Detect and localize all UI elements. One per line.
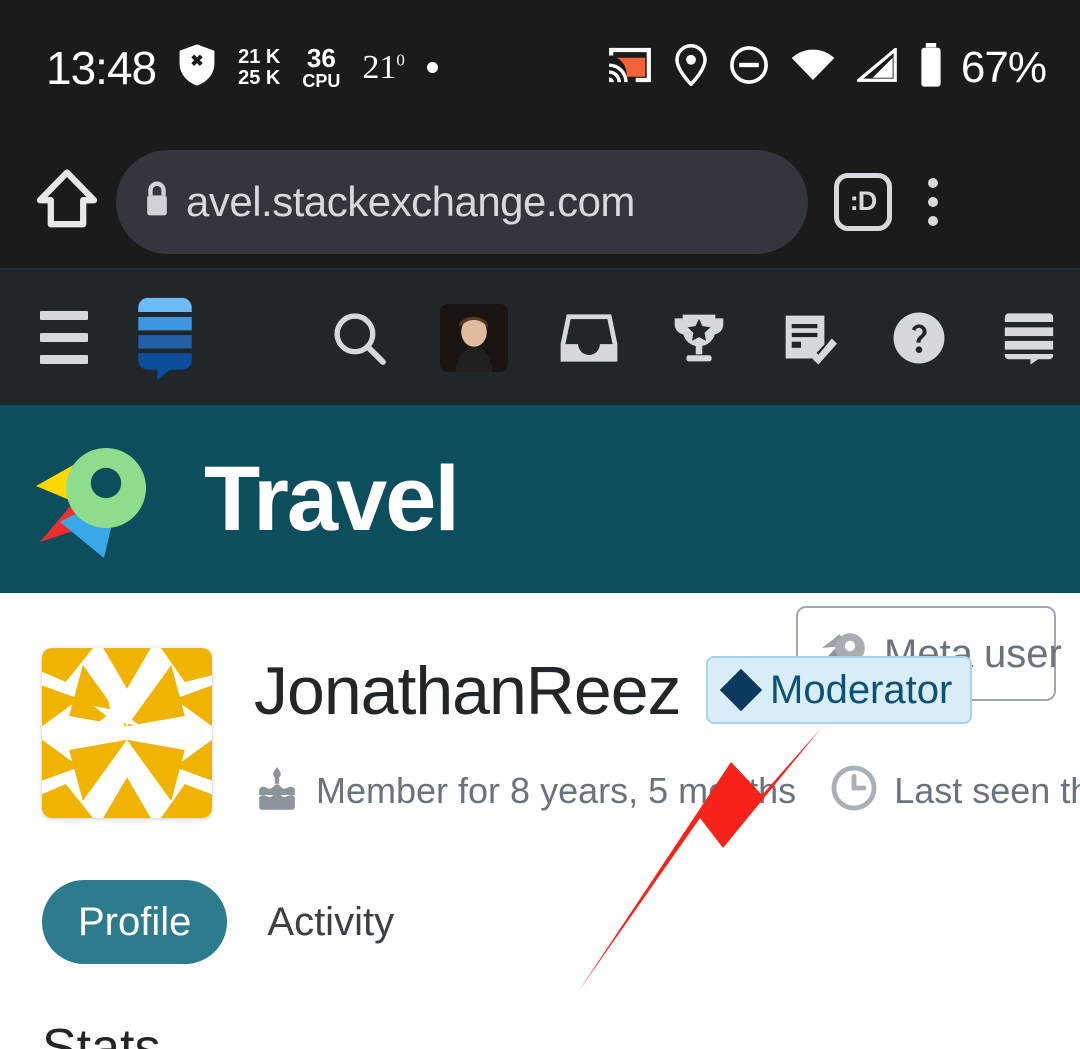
diamond-icon [719,668,763,712]
search-icon[interactable] [330,309,388,367]
username-row: JonathanReez Meta user Moderator [254,606,1080,734]
location-pin-icon [675,43,707,91]
status-clock: 13:48 [46,41,157,94]
stack-exchange-logo-icon[interactable] [134,296,196,380]
identicon-avatar[interactable] [42,648,212,818]
stack-exchange-navbar [0,270,1080,405]
stats-heading: Stats [42,1019,161,1049]
status-badge-label: Moderator [770,668,953,712]
temperature-unit: 0 [396,50,405,70]
cpu-indicator: 36 CPU [302,45,340,90]
cpu-label: CPU [302,70,341,91]
inbox-icon[interactable] [560,309,618,367]
site-title: Travel [204,448,460,550]
user-avatar-icon[interactable] [440,303,508,372]
review-queue-icon[interactable] [780,309,838,367]
profile-header-row: JonathanReez Meta user Moderator Member … [0,593,1080,818]
status-bar-right: 67% [607,42,1047,93]
dot-icon [426,62,438,73]
kebab-dot [928,177,938,188]
hamburger-line [40,355,88,364]
cpu-value: 36 [306,43,336,74]
help-question-icon[interactable] [890,309,948,367]
profile-meta-row: Member for 8 years, 5 months Last seen t… [254,764,1080,817]
lock-icon [142,179,172,224]
android-status-bar: 13:48 21 K 25 K 36 CPU 210 67% [0,0,1080,135]
clock-icon [830,764,878,817]
hamburger-line [40,333,88,342]
navbar-icons [330,303,1058,372]
member-for-text: Member for 8 years, 5 months [316,769,797,811]
cellular-signal-icon [854,46,897,87]
travel-map-pin-logo-icon[interactable] [32,434,182,564]
page-title: JonathanReez [254,653,682,729]
site-header: Travel [0,405,1080,593]
wifi-icon [791,48,835,87]
network-download: 21 K [238,46,281,69]
browser-menu-button[interactable] [928,177,938,226]
url-bar[interactable]: avel.stackexchange.com [116,149,808,254]
kebab-dot [928,196,938,207]
status-badge-moderator[interactable]: Moderator [706,656,973,724]
home-button[interactable] [30,165,104,239]
battery-percent: 67% [960,42,1047,92]
kebab-dot [928,215,938,226]
temperature-value: 21 [362,48,397,86]
hamburger-menu-button[interactable] [40,311,88,364]
profile-details: JonathanReez Meta user Moderator Member … [254,606,1080,818]
trophy-icon[interactable] [670,309,728,367]
browser-toolbar: avel.stackexchange.com :D [0,135,1080,270]
do-not-disturb-icon [729,45,769,90]
tab-activity[interactable]: Activity [267,902,394,942]
birthday-cake-icon [254,765,300,816]
url-text: avel.stackexchange.com [186,177,635,225]
hamburger-line [40,311,88,320]
network-throughput: 21 K 25 K [238,47,280,88]
site-switcher-stack-icon[interactable] [1000,309,1058,367]
tab-profile[interactable]: Profile [42,880,228,964]
profile-tabs: Profile Activity [42,880,1080,964]
last-seen-text: Last seen this week [894,769,1080,811]
shield-x-icon [178,44,216,91]
screen-root: 13:48 21 K 25 K 36 CPU 210 67% avel.stac… [0,0,1080,1049]
cast-icon [607,46,653,89]
network-upload: 25 K [238,66,281,89]
status-bar-left: 13:48 21 K 25 K 36 CPU 210 [0,44,438,91]
temperature-indicator: 210 [362,49,405,87]
home-icon [34,166,100,237]
profile-content: JonathanReez Meta user Moderator Member … [0,593,1080,1049]
last-seen-item: Last seen this week [830,764,1080,817]
battery-icon [919,43,943,92]
tab-counter-button[interactable]: :D [834,172,892,231]
member-for-item: Member for 8 years, 5 months [254,765,796,816]
